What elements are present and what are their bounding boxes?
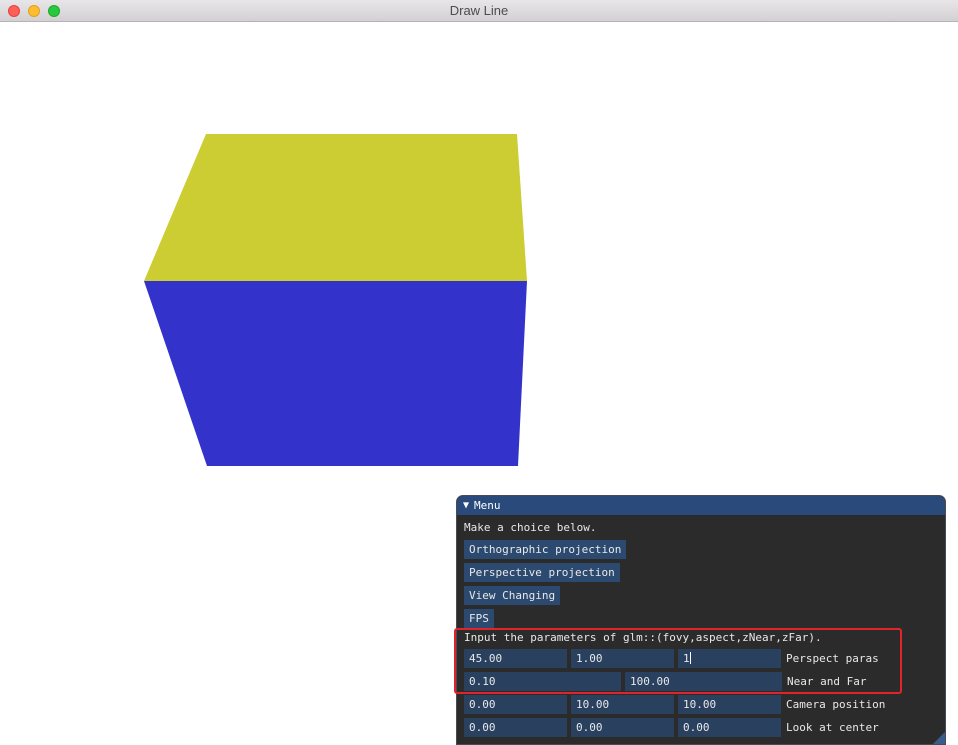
aspect-input[interactable]: 1.00 (571, 649, 674, 668)
look-at-center-label: Look at center (786, 721, 879, 734)
center-y-input[interactable]: 0.00 (571, 718, 674, 737)
fovy-input[interactable]: 45.00 (464, 649, 567, 668)
camera-y-input[interactable]: 10.00 (571, 695, 674, 714)
orthographic-projection-button[interactable]: Orthographic projection (464, 540, 627, 559)
far-input[interactable]: 100.00 (625, 672, 782, 691)
params-prompt: Input the parameters of glm::(fovy,aspec… (464, 631, 822, 644)
znear-input[interactable]: 1 (678, 649, 781, 668)
text-caret (689, 652, 691, 664)
near-far-label: Near and Far (787, 675, 867, 688)
znear-input-value: 1 (683, 652, 690, 665)
center-z-input[interactable]: 0.00 (678, 718, 781, 737)
menu-title-bar[interactable]: ▼ Menu (457, 496, 945, 515)
perspective-projection-button[interactable]: Perspective projection (464, 563, 620, 582)
menu-window[interactable]: ▼ Menu Make a choice below. Orthographic… (456, 495, 946, 745)
resize-grip-icon[interactable] (933, 732, 945, 744)
menu-prompt: Make a choice below. (464, 521, 597, 534)
menu-title: Menu (474, 499, 501, 512)
title-bar: Draw Line (0, 0, 958, 22)
camera-x-input[interactable]: 0.00 (464, 695, 567, 714)
camera-position-label: Camera position (786, 698, 886, 711)
near-input[interactable]: 0.10 (464, 672, 621, 691)
window-title: Draw Line (449, 3, 509, 18)
fps-button[interactable]: FPS (464, 609, 494, 628)
cube-front-face (144, 281, 527, 466)
cube-top-face (144, 134, 527, 281)
center-x-input[interactable]: 0.00 (464, 718, 567, 737)
view-changing-button[interactable]: View Changing (464, 586, 561, 605)
camera-z-input[interactable]: 10.00 (678, 695, 781, 714)
perspect-paras-label: Perspect paras (786, 652, 879, 665)
collapse-arrow-icon[interactable]: ▼ (463, 500, 469, 511)
